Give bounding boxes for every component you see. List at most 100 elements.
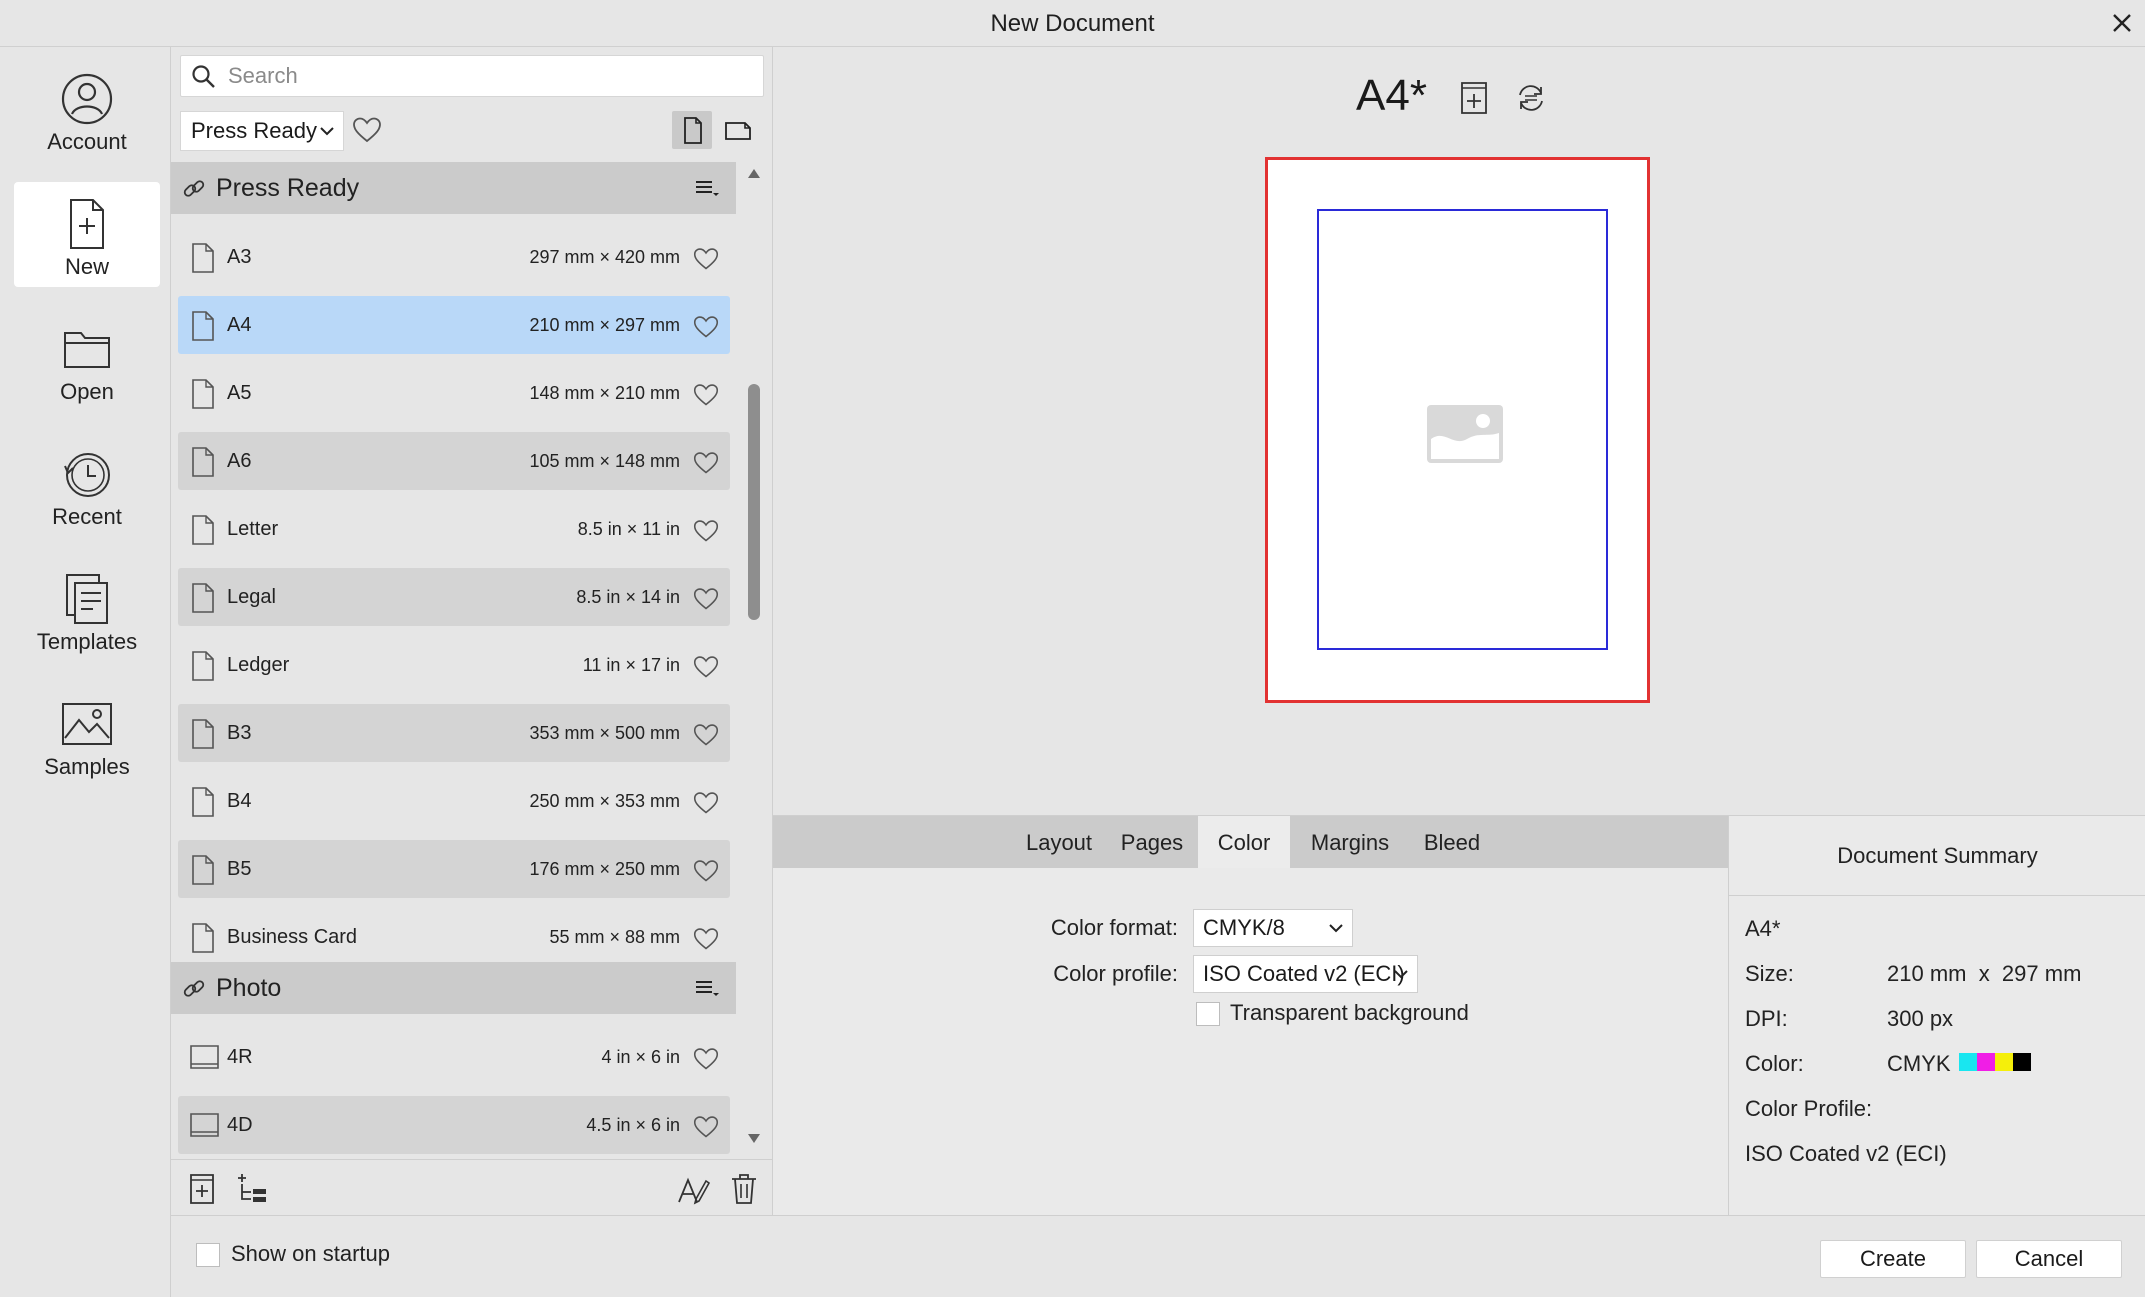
- left-nav: Account New Open Recent Templates Sample…: [0, 47, 171, 1297]
- samples-image-icon: [59, 696, 115, 752]
- page-icon: [190, 446, 216, 478]
- tab-layout[interactable]: Layout: [1009, 816, 1109, 868]
- create-button[interactable]: Create: [1820, 1240, 1966, 1278]
- preset-name: A3: [227, 246, 252, 268]
- preset-size: 250 mm × 353 mm: [529, 791, 680, 811]
- color-format-select[interactable]: CMYK/8: [1193, 909, 1353, 947]
- black-swatch: [2013, 1053, 2031, 1071]
- favorite-heart-icon[interactable]: [692, 926, 720, 952]
- rotate-orientation-icon[interactable]: [1514, 79, 1548, 117]
- cancel-button[interactable]: Cancel: [1976, 1240, 2122, 1278]
- favorite-filter-heart-icon[interactable]: [351, 115, 383, 145]
- search-box[interactable]: [180, 55, 764, 97]
- scroll-down-arrow-icon[interactable]: [746, 1132, 762, 1146]
- favorite-heart-icon[interactable]: [692, 790, 720, 816]
- summary-dpi-label: DPI:: [1745, 1006, 1788, 1031]
- nav-account[interactable]: Account: [14, 57, 160, 162]
- link-icon: [181, 176, 207, 202]
- nav-label: Open: [60, 379, 114, 404]
- preset-item[interactable]: Legal 8.5 in × 14 in: [178, 568, 730, 626]
- summary-color-value: CMYK: [1887, 1051, 1951, 1076]
- favorite-heart-icon[interactable]: [692, 654, 720, 680]
- nav-open[interactable]: Open: [14, 307, 160, 412]
- search-input[interactable]: [226, 60, 746, 92]
- group-name: Press Ready: [216, 174, 360, 202]
- preset-size: 210 mm × 297 mm: [529, 315, 680, 335]
- color-profile-select[interactable]: ISO Coated v2 (ECI): [1193, 955, 1418, 993]
- nav-label: New: [64, 254, 109, 279]
- scrollbar-thumb[interactable]: [748, 384, 760, 620]
- preset-size: 105 mm × 148 mm: [529, 451, 680, 471]
- preset-name: Ledger: [227, 654, 290, 676]
- preset-item[interactable]: 4R 4 in × 6 in: [178, 1028, 730, 1086]
- nav-label: Samples: [44, 754, 130, 779]
- preset-item[interactable]: Letter 8.5 in × 11 in: [178, 500, 730, 558]
- favorite-heart-icon[interactable]: [692, 450, 720, 476]
- preset-item[interactable]: B5 176 mm × 250 mm: [178, 840, 730, 898]
- nav-recent[interactable]: Recent: [14, 432, 160, 537]
- preset-item[interactable]: Ledger 11 in × 17 in: [178, 636, 730, 694]
- nav-new[interactable]: New: [14, 182, 160, 287]
- tab-pages[interactable]: Pages: [1109, 816, 1195, 868]
- preset-item[interactable]: A3 297 mm × 420 mm: [178, 228, 730, 286]
- favorite-heart-icon[interactable]: [692, 1046, 720, 1072]
- preset-item[interactable]: B3 353 mm × 500 mm: [178, 704, 730, 762]
- add-category-icon[interactable]: [235, 1172, 269, 1206]
- group-header-press-ready[interactable]: Press Ready: [171, 162, 736, 214]
- preset-item[interactable]: 4D 4.5 in × 6 in: [178, 1096, 730, 1154]
- document-summary: Document Summary A4* Size: 210 mm x 297 …: [1728, 815, 2145, 1215]
- folder-icon: [59, 321, 115, 377]
- preset-item[interactable]: A6 105 mm × 148 mm: [178, 432, 730, 490]
- favorite-heart-icon[interactable]: [692, 382, 720, 408]
- preset-list: Press Ready A3 297 mm × 420 mm A4 210 mm…: [171, 159, 773, 1159]
- preset-size: 353 mm × 500 mm: [529, 723, 680, 743]
- favorite-heart-icon[interactable]: [692, 858, 720, 884]
- close-icon[interactable]: [2107, 8, 2137, 38]
- settings-tabs: Layout Pages Color Margins Bleed: [773, 816, 1728, 868]
- group-menu-icon[interactable]: [692, 176, 720, 200]
- show-on-startup-checkbox[interactable]: [196, 1243, 220, 1267]
- group-header-photo[interactable]: Photo: [171, 962, 736, 1014]
- rename-preset-icon[interactable]: [676, 1172, 710, 1206]
- scroll-up-arrow-icon[interactable]: [746, 166, 762, 180]
- chevron-down-icon: [319, 124, 335, 138]
- tab-color[interactable]: Color: [1198, 816, 1290, 868]
- transparent-background-checkbox[interactable]: [1196, 1002, 1220, 1026]
- preset-item[interactable]: A5 148 mm × 210 mm: [178, 364, 730, 422]
- favorite-heart-icon[interactable]: [692, 518, 720, 544]
- page-icon: [190, 582, 216, 614]
- color-format-label: Color format:: [1050, 915, 1178, 940]
- preset-item[interactable]: B4 250 mm × 353 mm: [178, 772, 730, 830]
- landscape-orientation-button[interactable]: [718, 111, 758, 149]
- preset-item[interactable]: Business Card 55 mm × 88 mm: [178, 908, 730, 966]
- favorite-heart-icon[interactable]: [692, 246, 720, 272]
- preset-size: 8.5 in × 11 in: [577, 519, 680, 539]
- favorite-heart-icon[interactable]: [692, 722, 720, 748]
- delete-trash-icon[interactable]: [727, 1172, 761, 1206]
- preset-scrollbar[interactable]: [744, 162, 766, 1152]
- preset-size: 4.5 in × 6 in: [586, 1115, 680, 1135]
- search-icon: [191, 64, 217, 90]
- preset-item[interactable]: A4 210 mm × 297 mm: [178, 296, 730, 354]
- favorite-heart-icon[interactable]: [692, 1114, 720, 1140]
- favorite-heart-icon[interactable]: [692, 314, 720, 340]
- category-select[interactable]: Press Ready: [180, 111, 344, 151]
- portrait-orientation-button[interactable]: [672, 111, 712, 149]
- preset-name: Legal: [227, 586, 276, 608]
- group-name: Photo: [216, 974, 282, 1002]
- recent-clock-icon: [59, 446, 115, 502]
- tab-bleed[interactable]: Bleed: [1410, 816, 1494, 868]
- preset-name: B3: [227, 722, 252, 744]
- page-icon: [190, 310, 216, 342]
- nav-samples[interactable]: Samples: [14, 682, 160, 787]
- page-icon: [190, 854, 216, 886]
- preset-name: A6: [227, 450, 252, 472]
- add-page-preset-icon[interactable]: [1457, 79, 1491, 117]
- summary-size-value: 210 mm x 297 mm: [1887, 961, 2082, 986]
- favorite-heart-icon[interactable]: [692, 586, 720, 612]
- group-menu-icon[interactable]: [692, 976, 720, 1000]
- nav-templates[interactable]: Templates: [14, 557, 160, 662]
- tab-margins[interactable]: Margins: [1290, 816, 1410, 868]
- preset-toolbar: [171, 1159, 773, 1215]
- add-preset-icon[interactable]: [185, 1172, 219, 1206]
